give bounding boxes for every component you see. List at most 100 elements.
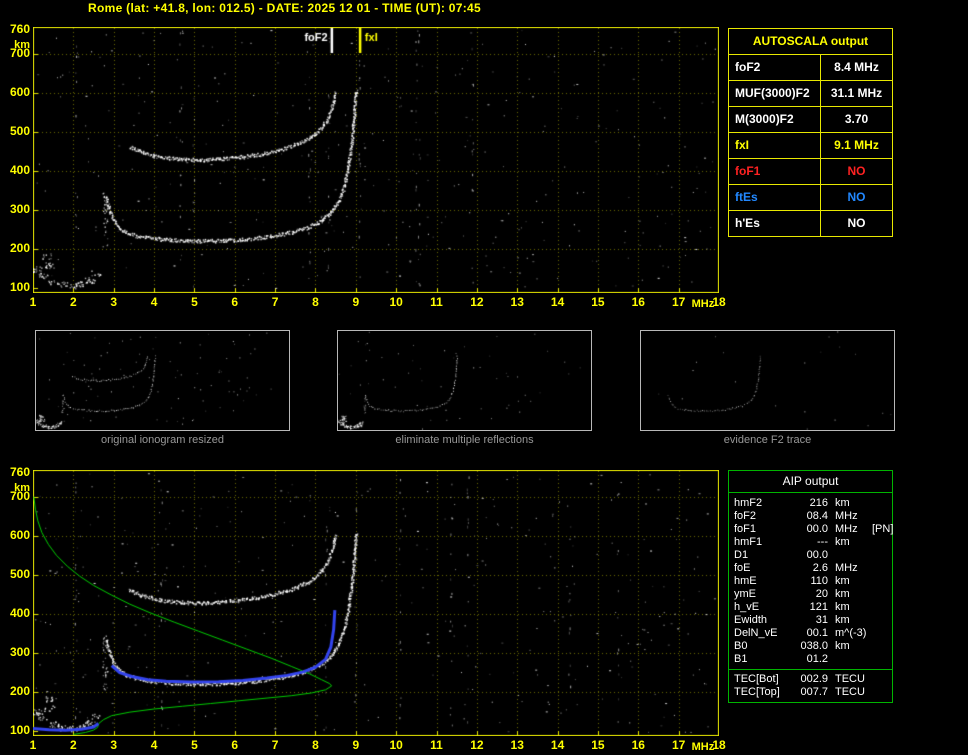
aip-param-note: [872, 562, 889, 575]
page-title: Rome (lat: +41.8, lon: 012.5) - DATE: 20…: [88, 1, 481, 15]
y-tick-label: 400: [0, 607, 30, 620]
aip-param-name: foE: [734, 562, 794, 575]
aip-param-unit: km: [828, 575, 872, 588]
aip-tec-rows: TEC[Bot]002.9TECUTEC[Top]007.7TECU: [729, 669, 892, 702]
aip-param-name: DelN_vE: [734, 627, 794, 640]
x-tick-label: 17: [668, 296, 690, 309]
x-tick-label: 11: [426, 296, 448, 309]
x-tick-label: 14: [547, 296, 569, 309]
autoscala-rows: foF28.4 MHzMUF(3000)F231.1 MHzM(3000)F23…: [729, 54, 892, 236]
thumbnail-caption: original ionogram resized: [35, 434, 290, 446]
x-tick-label: 3: [103, 739, 125, 752]
aip-param-note: [872, 673, 889, 686]
aip-row: Ewidth31km: [729, 614, 892, 627]
x-tick-label: 8: [304, 739, 326, 752]
x-tick-label: 14: [547, 739, 569, 752]
aip-row: D100.0: [729, 549, 892, 562]
aip-param-value: 00.0: [794, 523, 828, 536]
aip-param-note: [872, 614, 889, 627]
aip-row: B101.2: [729, 653, 892, 666]
aip-param-unit: m^(-3): [828, 627, 872, 640]
aip-param-unit: km: [828, 588, 872, 601]
x-tick-label: 8: [304, 296, 326, 309]
aip-param-note: [872, 588, 889, 601]
aip-param-name: h_vE: [734, 601, 794, 614]
autoscala-row-label: h'Es: [729, 211, 821, 236]
x-tick-label: 13: [506, 739, 528, 752]
aip-param-value: ---: [794, 536, 828, 549]
x-axis-unit-label: MHz: [692, 298, 715, 310]
profile-ionogram-plot: [33, 470, 719, 736]
x-tick-label: 2: [62, 739, 84, 752]
aip-param-name: B1: [734, 653, 794, 666]
y-tick-label: 300: [0, 646, 30, 659]
autoscala-row-value: NO: [821, 211, 892, 236]
autoscala-row: h'EsNO: [729, 210, 892, 236]
x-axis-unit-label: MHz: [692, 741, 715, 753]
aip-param-value: 007.7: [794, 686, 828, 699]
x-tick-label: 15: [587, 739, 609, 752]
x-tick-label: 17: [668, 739, 690, 752]
aip-param-note: [872, 575, 889, 588]
x-tick-label: 5: [183, 739, 205, 752]
x-tick-label: 12: [466, 739, 488, 752]
x-tick-label: 7: [264, 296, 286, 309]
x-tick-label: 16: [627, 296, 649, 309]
aip-panel-title: AIP output: [729, 471, 892, 493]
aip-param-unit: km: [828, 601, 872, 614]
aip-output-panel: AIP output hmF2216kmfoF208.4MHzfoF100.0M…: [728, 470, 893, 703]
autoscala-row-label: ftEs: [729, 185, 821, 210]
autoscala-row-label: foF1: [729, 159, 821, 184]
autoscala-row: foF1NO: [729, 158, 892, 184]
aip-param-unit: MHz: [828, 510, 872, 523]
thumbnail-evidence-f2-trace: [640, 330, 895, 431]
aip-param-unit: TECU: [828, 686, 872, 699]
aip-param-name: hmE: [734, 575, 794, 588]
x-tick-label: 2: [62, 296, 84, 309]
aip-param-note: [872, 536, 889, 549]
aip-param-value: 08.4: [794, 510, 828, 523]
aip-param-note: [872, 497, 889, 510]
aip-param-unit: TECU: [828, 673, 872, 686]
autoscala-row-value: 31.1 MHz: [821, 81, 892, 106]
y-tick-label: 760: [0, 23, 30, 36]
autoscala-row-value: NO: [821, 185, 892, 210]
x-tick-label: 12: [466, 296, 488, 309]
x-tick-label: 13: [506, 296, 528, 309]
y-axis-unit-label: km: [0, 482, 30, 494]
autoscala-row-value: NO: [821, 159, 892, 184]
aip-param-unit: km: [828, 536, 872, 549]
x-tick-label: 7: [264, 739, 286, 752]
aip-param-name: TEC[Bot]: [734, 673, 794, 686]
autoscala-row-label: fxI: [729, 133, 821, 158]
aip-param-name: B0: [734, 640, 794, 653]
autoscala-row: MUF(3000)F231.1 MHz: [729, 80, 892, 106]
aip-param-name: ymE: [734, 588, 794, 601]
aip-param-unit: km: [828, 640, 872, 653]
aip-row: foF208.4MHz: [729, 510, 892, 523]
x-tick-label: 4: [143, 296, 165, 309]
thumbnail-caption: eliminate multiple reflections: [337, 434, 592, 446]
aip-row: hmE110km: [729, 575, 892, 588]
x-tick-label: 1: [22, 739, 44, 752]
aip-param-unit: MHz: [828, 523, 872, 536]
aip-row: hmF2216km: [729, 497, 892, 510]
x-tick-label: 16: [627, 739, 649, 752]
aip-param-value: 110: [794, 575, 828, 588]
x-tick-label: 9: [345, 739, 367, 752]
aip-param-value: 2.6: [794, 562, 828, 575]
aip-param-name: Ewidth: [734, 614, 794, 627]
autoscala-row: foF28.4 MHz: [729, 54, 892, 80]
y-tick-label: 500: [0, 568, 30, 581]
aip-param-value: 038.0: [794, 640, 828, 653]
x-tick-label: 6: [224, 739, 246, 752]
y-tick-label: 300: [0, 203, 30, 216]
aip-param-value: 01.2: [794, 653, 828, 666]
y-tick-label: 100: [0, 281, 30, 294]
y-tick-label: 500: [0, 125, 30, 138]
aip-row: foF100.0MHz[PN]: [729, 523, 892, 536]
autoscala-app-screen: Rome (lat: +41.8, lon: 012.5) - DATE: 20…: [0, 0, 968, 755]
thumbnail-original-ionogram: [35, 330, 290, 431]
y-tick-label: 200: [0, 242, 30, 255]
x-tick-label: 5: [183, 296, 205, 309]
